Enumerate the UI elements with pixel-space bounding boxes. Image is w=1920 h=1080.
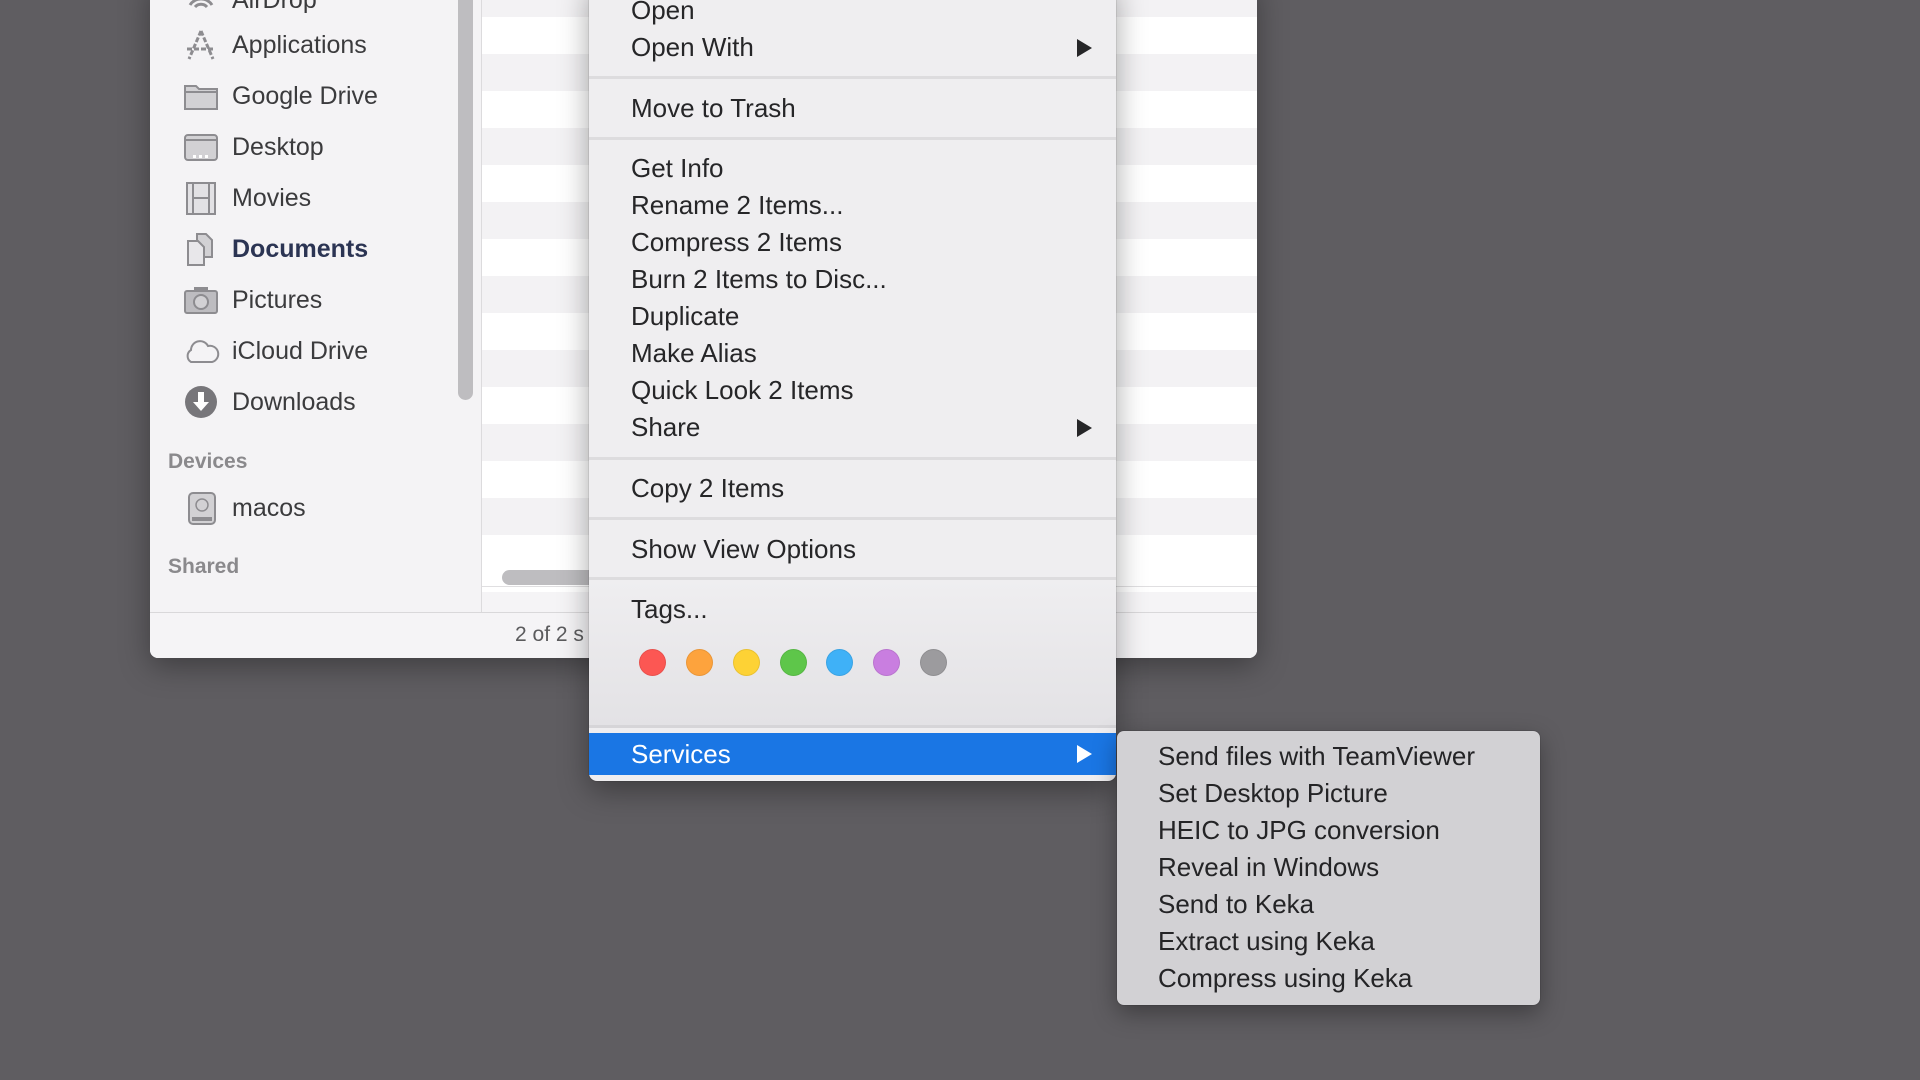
cloud-icon <box>182 334 220 368</box>
menu-item-services[interactable]: Services <box>589 733 1116 775</box>
menu-item-label: Burn 2 Items to Disc... <box>631 264 887 294</box>
sidebar-item-macos[interactable]: macos <box>182 488 306 528</box>
tag-orange[interactable] <box>686 649 713 676</box>
menu-item-make-alias[interactable]: Make Alias <box>589 335 1116 372</box>
menu-item-quick-look[interactable]: Quick Look 2 Items <box>589 372 1116 409</box>
folder-icon <box>182 79 220 113</box>
tag-gray[interactable] <box>920 649 947 676</box>
sidebar: AirDrop Applications Google Drive Deskto… <box>150 0 481 612</box>
sidebar-item-downloads[interactable]: Downloads <box>182 382 356 422</box>
sidebar-item-pictures[interactable]: Pictures <box>182 280 322 320</box>
sidebar-item-movies[interactable]: Movies <box>182 178 311 218</box>
sidebar-item-documents[interactable]: Documents <box>182 229 368 269</box>
menu-item-label: Duplicate <box>631 301 740 331</box>
service-send-to-keka[interactable]: Send to Keka <box>1158 886 1314 923</box>
menu-item-label: Share <box>631 412 701 442</box>
sidebar-item-desktop[interactable]: Desktop <box>182 127 324 167</box>
menu-item-move-to-trash[interactable]: Move to Trash <box>589 90 1116 127</box>
menu-item-label: Open <box>631 0 695 25</box>
desktop-icon <box>182 130 220 164</box>
menu-item-open-with[interactable]: Open With <box>589 29 1116 66</box>
service-extract-keka[interactable]: Extract using Keka <box>1158 923 1375 960</box>
service-teamviewer[interactable]: Send files with TeamViewer <box>1158 738 1475 775</box>
sidebar-item-label: macos <box>232 493 306 522</box>
sidebar-section-shared: Shared <box>168 555 240 578</box>
sidebar-section-devices: Devices <box>168 450 248 473</box>
selection-status: 2 of 2 s <box>515 623 584 646</box>
submenu-arrow-icon <box>1077 745 1092 763</box>
menu-item-copy[interactable]: Copy 2 Items <box>589 470 1116 507</box>
menu-separator <box>589 137 1116 140</box>
service-compress-keka[interactable]: Compress using Keka <box>1158 960 1412 997</box>
menu-item-compress[interactable]: Compress 2 Items <box>589 224 1116 261</box>
sidebar-item-label: Applications <box>232 30 367 59</box>
menu-item-label: Show View Options <box>631 534 856 564</box>
sidebar-item-label: Documents <box>232 234 369 263</box>
menu-separator <box>589 517 1116 520</box>
menu-item-label: Services <box>631 738 731 769</box>
menu-item-rename[interactable]: Rename 2 Items... <box>589 187 1116 224</box>
menu-item-label: Rename 2 Items... <box>631 190 844 220</box>
menu-item-duplicate[interactable]: Duplicate <box>589 298 1116 335</box>
tag-green[interactable] <box>780 649 807 676</box>
menu-item-get-info[interactable]: Get Info <box>589 150 1116 187</box>
sidebar-item-airdrop[interactable]: AirDrop <box>182 0 317 20</box>
submenu-arrow-icon <box>1077 39 1092 57</box>
menu-item-label: Copy 2 Items <box>631 473 785 503</box>
sidebar-item-google-drive[interactable]: Google Drive <box>182 76 378 116</box>
menu-item-burn[interactable]: Burn 2 Items to Disc... <box>589 261 1116 298</box>
hard-drive-icon <box>182 491 220 525</box>
tag-purple[interactable] <box>873 649 900 676</box>
tag-red[interactable] <box>639 649 666 676</box>
airdrop-icon <box>182 0 220 17</box>
tag-blue[interactable] <box>826 649 853 676</box>
tag-yellow[interactable] <box>733 649 760 676</box>
sidebar-item-label: iCloud Drive <box>232 336 369 365</box>
sidebar-item-applications[interactable]: Applications <box>182 25 367 65</box>
sidebar-item-label: Pictures <box>232 285 323 314</box>
camera-icon <box>182 283 220 317</box>
sidebar-item-label: Downloads <box>232 387 356 416</box>
service-heic-to-jpg[interactable]: HEIC to JPG conversion <box>1158 812 1440 849</box>
submenu-arrow-icon <box>1077 419 1092 437</box>
applications-icon <box>182 28 220 62</box>
services-submenu: Send files with TeamViewer Set Desktop P… <box>1117 731 1540 1005</box>
menu-item-label: Open With <box>631 32 754 62</box>
service-reveal-in-windows[interactable]: Reveal in Windows <box>1158 849 1379 886</box>
movies-icon <box>182 181 220 215</box>
menu-item-open[interactable]: Open <box>589 0 1116 29</box>
documents-icon <box>182 232 220 266</box>
sidebar-item-label: AirDrop <box>232 0 317 15</box>
menu-item-label: Make Alias <box>631 338 757 368</box>
menu-separator <box>589 76 1116 79</box>
sidebar-item-label: Desktop <box>232 132 324 161</box>
sidebar-scrollbar[interactable] <box>458 0 473 400</box>
download-icon <box>182 385 220 419</box>
menu-separator <box>589 725 1116 728</box>
menu-item-tags[interactable]: Tags... <box>589 591 1116 628</box>
sidebar-item-label: Movies <box>232 183 312 212</box>
context-menu: Open Open With Move to Trash Get Info Re… <box>589 0 1116 781</box>
menu-item-show-view-options[interactable]: Show View Options <box>589 531 1116 568</box>
menu-item-label: Tags... <box>631 594 708 624</box>
menu-item-share[interactable]: Share <box>589 409 1116 446</box>
menu-item-label: Move to Trash <box>631 93 796 123</box>
sidebar-item-icloud-drive[interactable]: iCloud Drive <box>182 331 368 371</box>
sidebar-item-label: Google Drive <box>232 81 378 110</box>
menu-item-label: Get Info <box>631 153 724 183</box>
menu-separator <box>589 457 1116 460</box>
menu-item-label: Compress 2 Items <box>631 227 842 257</box>
service-set-desktop-picture[interactable]: Set Desktop Picture <box>1158 775 1388 812</box>
menu-item-label: Quick Look 2 Items <box>631 375 854 405</box>
